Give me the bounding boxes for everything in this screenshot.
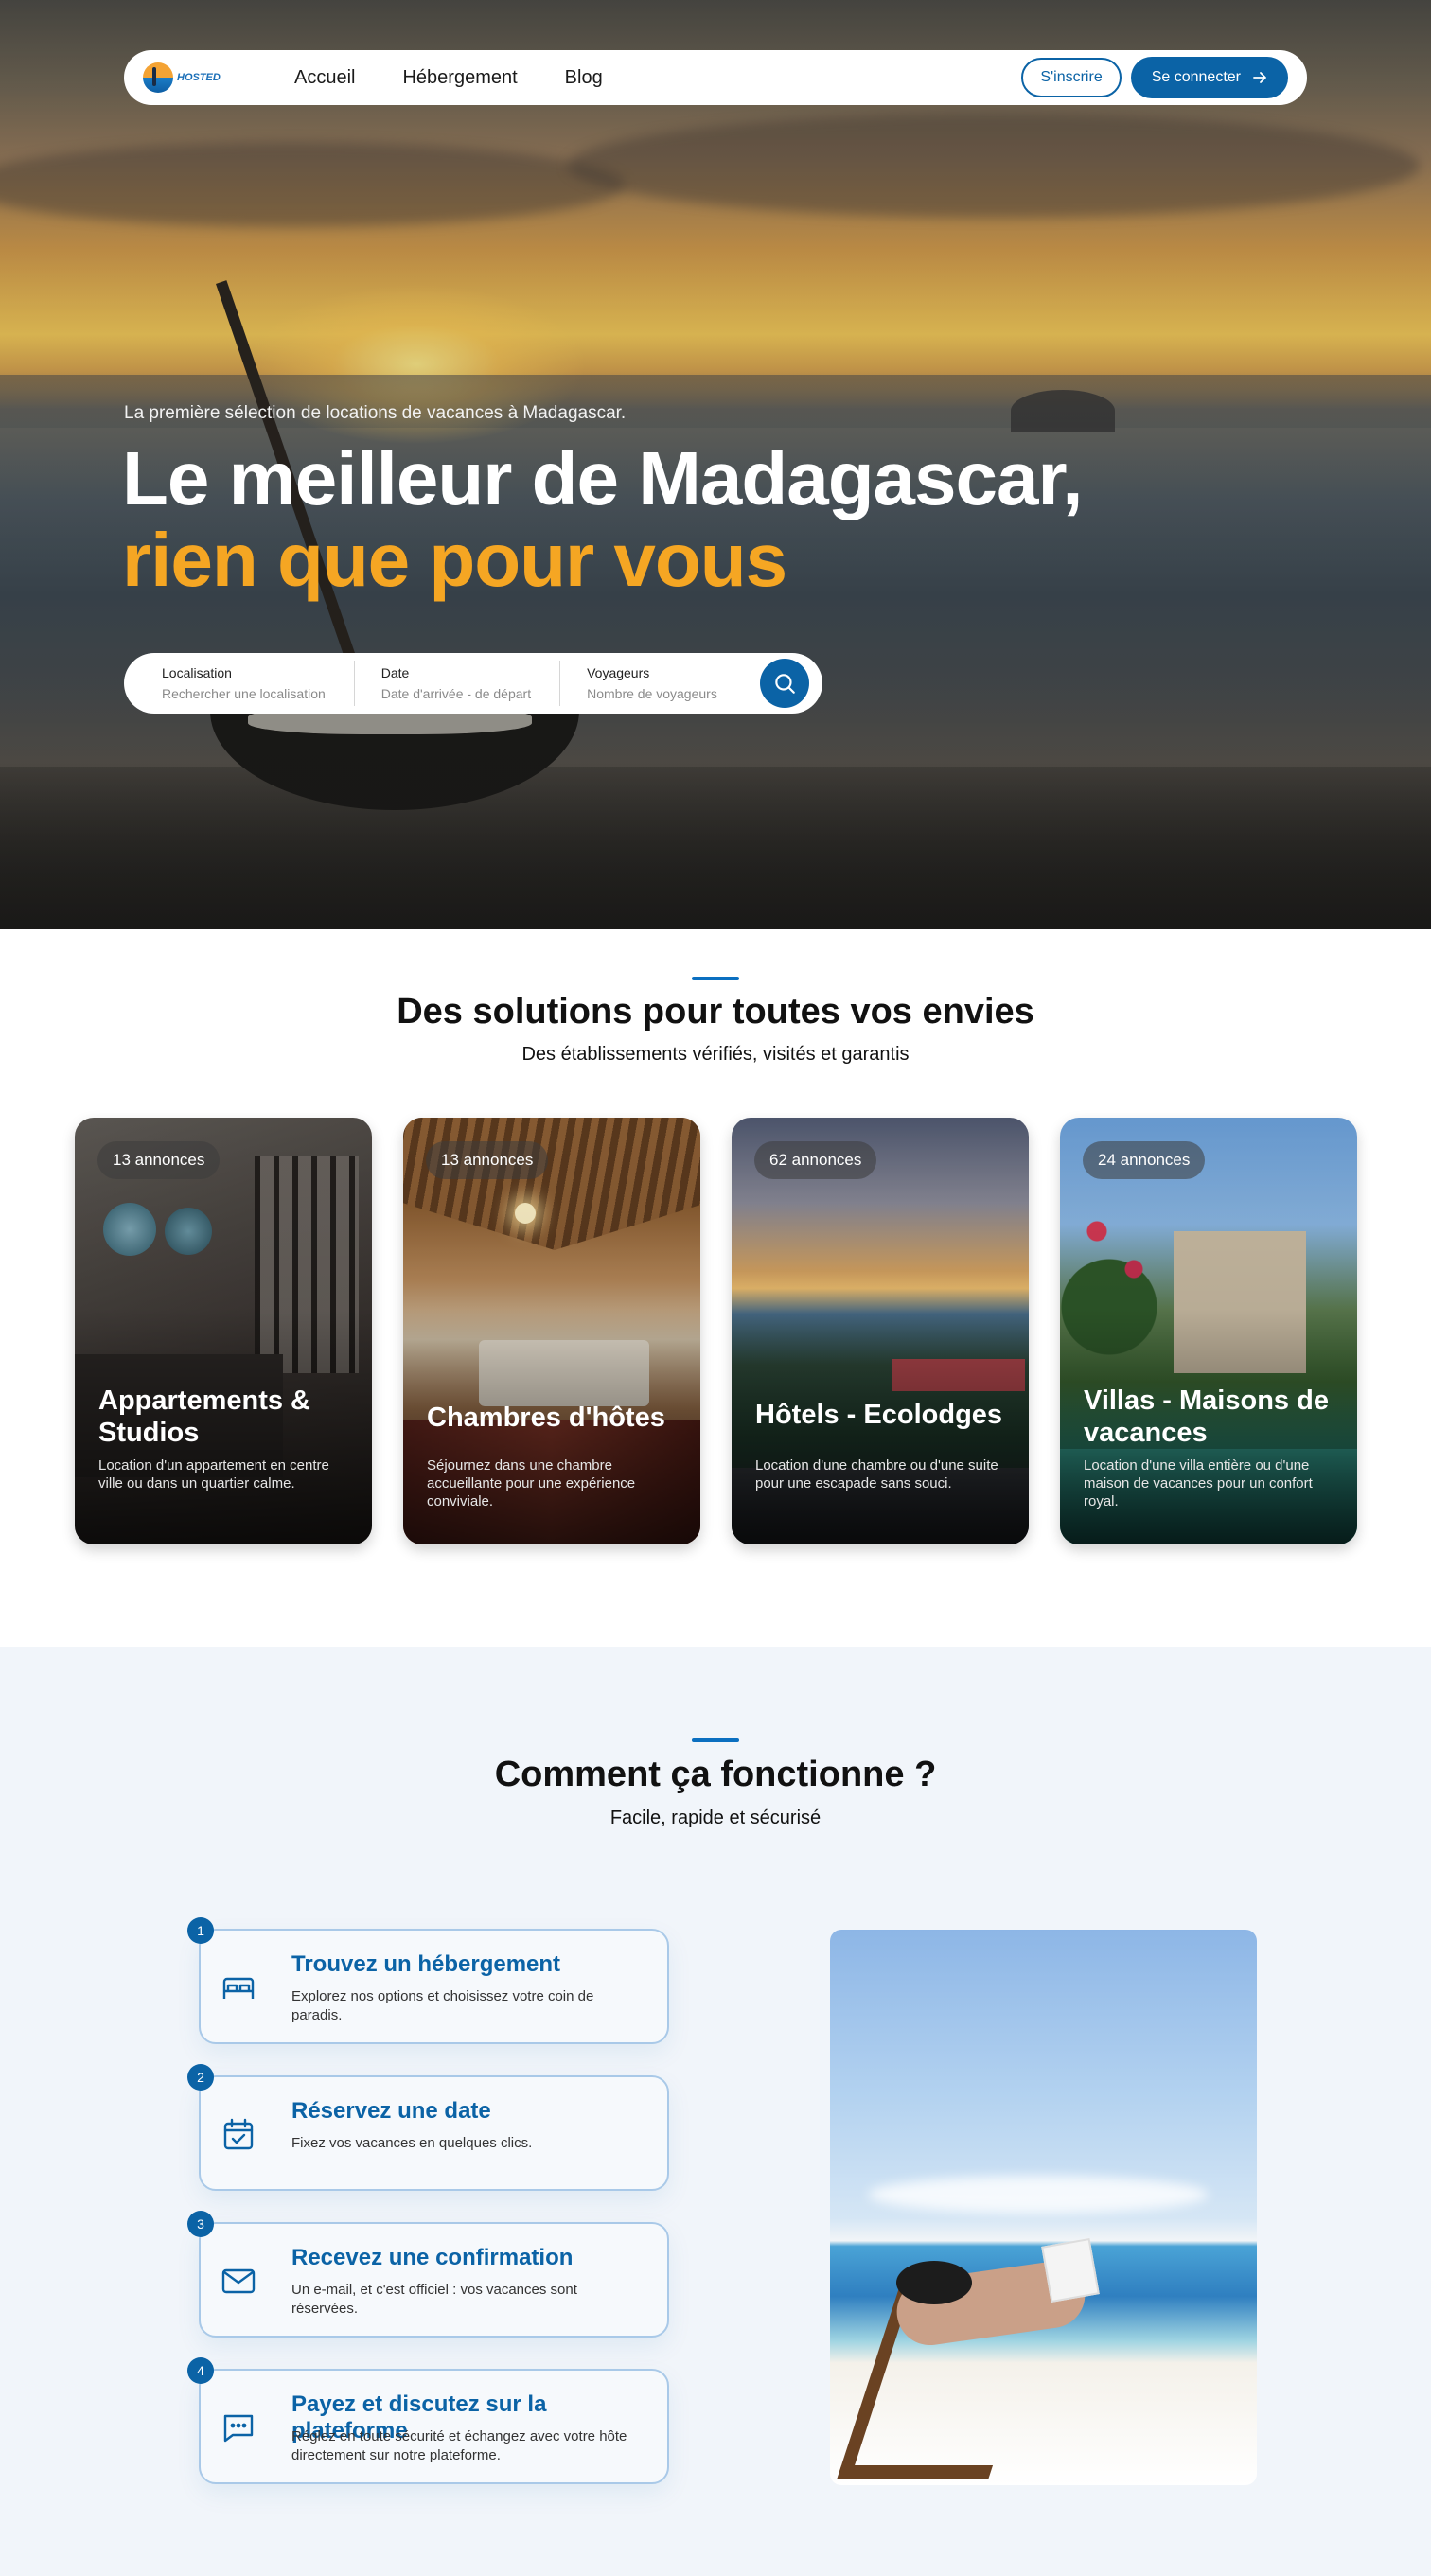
step-card-4[interactable]: 4 Payez et discutez sur la plateforme Ré… (187, 2357, 669, 2484)
category-card-appartements[interactable]: 13 annonces Appartements & Studios Locat… (75, 1118, 372, 1544)
nav-actions: S'inscrire Se connecter (1021, 57, 1288, 98)
category-card-villas[interactable]: 24 annonces Villas - Maisons de vacances… (1060, 1118, 1357, 1544)
divider (353, 661, 355, 706)
signup-button[interactable]: S'inscrire (1021, 58, 1122, 97)
nav-link-hebergement[interactable]: Hébergement (402, 67, 517, 89)
step-number: 2 (187, 2064, 214, 2091)
search-bar: Localisation Rechercher une localisation… (124, 653, 822, 714)
divider (559, 661, 561, 706)
step-card-2[interactable]: 2 Réservez une date Fixez vos vacances e… (187, 2064, 669, 2191)
hero-eyebrow: La première sélection de locations de va… (124, 403, 627, 423)
navbar: HOSTED Accueil Hébergement Blog S'inscri… (124, 50, 1307, 105)
beach-cloud (868, 2176, 1209, 2214)
card-title: Villas - Maisons de vacances (1084, 1385, 1329, 1448)
category-card-hotels[interactable]: 62 annonces Hôtels - Ecolodges Location … (732, 1118, 1029, 1544)
card-title: Appartements & Studios (98, 1385, 310, 1448)
logo-mark (143, 62, 173, 93)
card-description: Séjournez dans une chambre accueillante … (427, 1457, 636, 1509)
hero-title: Le meilleur de Madagascar, (122, 436, 1083, 520)
beach-book (1041, 2237, 1100, 2303)
step-title: Réservez une date (292, 2098, 491, 2124)
date-label: Date (380, 665, 410, 680)
step-number: 4 (187, 2357, 214, 2384)
search-button[interactable] (760, 659, 809, 708)
location-label: Localisation (162, 665, 232, 680)
step-title: Trouvez un hébergement (292, 1951, 561, 1977)
arrow-right-icon (1253, 72, 1266, 83)
section-accent (692, 1738, 739, 1742)
search-icon (775, 674, 795, 694)
location-input[interactable]: Rechercher une localisation (162, 686, 326, 701)
beach-illustration (830, 1930, 1257, 2485)
nav-link-blog[interactable]: Blog (565, 67, 603, 89)
guests-label: Voyageurs (587, 665, 650, 680)
beach-hat (896, 2261, 972, 2304)
section-accent (692, 977, 739, 980)
nav-links: Accueil Hébergement Blog (294, 67, 603, 89)
listing-count-badge: 24 annonces (1083, 1141, 1206, 1179)
calendar-check-icon (223, 2118, 254, 2150)
mail-icon (221, 2268, 256, 2294)
step-description: Un e-mail, et c'est officiel : vos vacan… (292, 2282, 577, 2317)
card-title: Chambres d'hôtes (427, 1403, 665, 1433)
step-title: Recevez une confirmation (292, 2245, 574, 2270)
step-card-1[interactable]: 1 Trouvez un hébergement Explorez nos op… (187, 1917, 669, 2044)
hero-section: HOSTED Accueil Hébergement Blog S'inscri… (0, 0, 1431, 929)
hero-title-highlight: rien que pour vous (122, 518, 787, 602)
bed-icon (222, 1977, 255, 1999)
solutions-subtitle: Des établissements vérifiés, visités et … (521, 1044, 910, 1065)
login-button[interactable]: Se connecter (1130, 57, 1288, 98)
how-subtitle: Facile, rapide et sécurisé (610, 1808, 822, 1828)
category-card-chambres[interactable]: 13 annonces Chambres d'hôtes Séjournez d… (403, 1118, 700, 1544)
how-title: Comment ça fonctionne ? (494, 1755, 937, 1794)
nav-link-accueil[interactable]: Accueil (294, 67, 355, 89)
step-number: 3 (187, 2211, 214, 2237)
logo-text: HOSTED (177, 72, 221, 83)
listing-count-badge: 13 annonces (426, 1141, 549, 1179)
step-number: 1 (187, 1917, 214, 1944)
logo[interactable]: HOSTED (143, 62, 228, 93)
step-description: Réglez en toute sécurité et échangez ave… (292, 2428, 627, 2463)
login-button-label: Se connecter (1151, 69, 1241, 85)
solutions-title: Des solutions pour toutes vos envies (397, 992, 1034, 1032)
card-title: Hôtels - Ecolodges (755, 1400, 1003, 1430)
guests-input[interactable]: Nombre de voyageurs (587, 686, 717, 701)
card-description: Location d'une chambre ou d'une suite po… (755, 1457, 998, 1491)
listing-count-badge: 62 annonces (754, 1141, 877, 1179)
step-description: Fixez vos vacances en quelques clics. (292, 2135, 533, 2151)
card-description: Location d'une villa entière ou d'une ma… (1084, 1457, 1313, 1509)
step-card-3[interactable]: 3 Recevez une confirmation Un e-mail, et… (187, 2211, 669, 2338)
date-field[interactable]: Date Date d'arrivée - de départ (381, 665, 559, 701)
guests-field[interactable]: Voyageurs Nombre de voyageurs (587, 665, 746, 701)
chat-icon (223, 2414, 254, 2443)
listing-count-badge: 13 annonces (97, 1141, 221, 1179)
location-field[interactable]: Localisation Rechercher une localisation (162, 665, 354, 701)
card-description: Location d'un appartement en centre vill… (98, 1457, 329, 1491)
step-description: Explorez nos options et choisissez votre… (292, 1988, 594, 2023)
date-input[interactable]: Date d'arrivée - de départ (381, 686, 531, 701)
